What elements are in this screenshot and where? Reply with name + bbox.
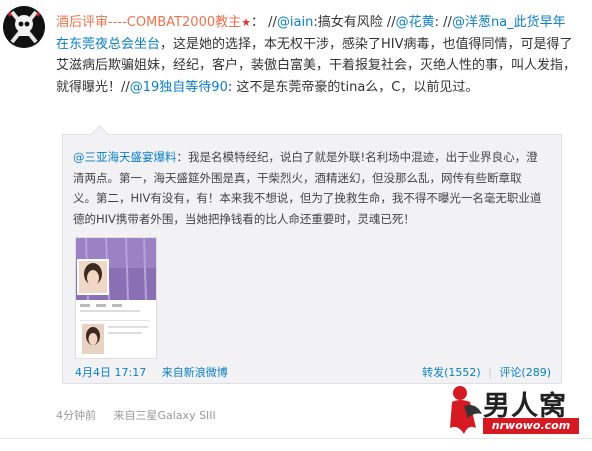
repost-count-button[interactable]: 转发(1552) (422, 366, 481, 379)
comment-count-button[interactable]: 评论(289) (499, 366, 551, 379)
post-footer: 4分钟前 来自三星Galaxy SIII (56, 407, 216, 423)
watermark-figure-icon (450, 386, 482, 434)
post-source[interactable]: 来自三星Galaxy SIII (114, 409, 216, 422)
mention-link[interactable]: @花黄 (396, 15, 435, 30)
mention-link[interactable]: @19独自等待90 (130, 80, 228, 95)
quoted-footer: 4月4日 17:17 来自新浪微博 转发(1552) | 评论(289) (75, 364, 551, 380)
action-separator: | (488, 366, 492, 379)
author-name[interactable]: 酒后评审----COMBAT2000教主 (56, 15, 241, 30)
skull-avatar-icon (3, 6, 45, 48)
post-segment: // (268, 15, 277, 30)
watermark-url: nrwowo.com (483, 418, 579, 434)
author-avatar[interactable] (3, 6, 45, 48)
quoted-actions: 转发(1552) | 评论(289) (422, 364, 551, 380)
post-time[interactable]: 4分钟前 (56, 409, 96, 422)
quoted-time[interactable]: 4月4日 17:17 (75, 366, 146, 379)
quoted-text: @三亚海天盛宴爆料：我是名模特经纪，说白了就是外联!名利场中混迹，出于业界良心，… (73, 147, 543, 229)
post-segment: :搞女有风险 // (313, 15, 396, 30)
quoted-source[interactable]: 来自新浪微博 (162, 366, 228, 379)
post-segment: : // (434, 15, 452, 30)
mention-link[interactable]: @iain (277, 15, 313, 30)
post-text: 酒后评审----COMBAT2000教主★： //@iain:搞女有风险 //@… (56, 12, 576, 98)
quoted-image-thumbnail[interactable] (75, 237, 157, 359)
divider (0, 438, 592, 439)
author-colon: ： (251, 15, 265, 30)
post-segment: : 这不是东莞帝豪的tina么，C，以前见过。 (227, 79, 479, 95)
verified-star-icon: ★ (241, 16, 251, 29)
screenshot-image-icon (76, 238, 156, 358)
quoted-post: @三亚海天盛宴爆料：我是名模特经纪，说白了就是外联!名利场中混迹，出于业界良心，… (62, 134, 562, 384)
quoted-author[interactable]: @三亚海天盛宴爆料 (73, 150, 177, 164)
